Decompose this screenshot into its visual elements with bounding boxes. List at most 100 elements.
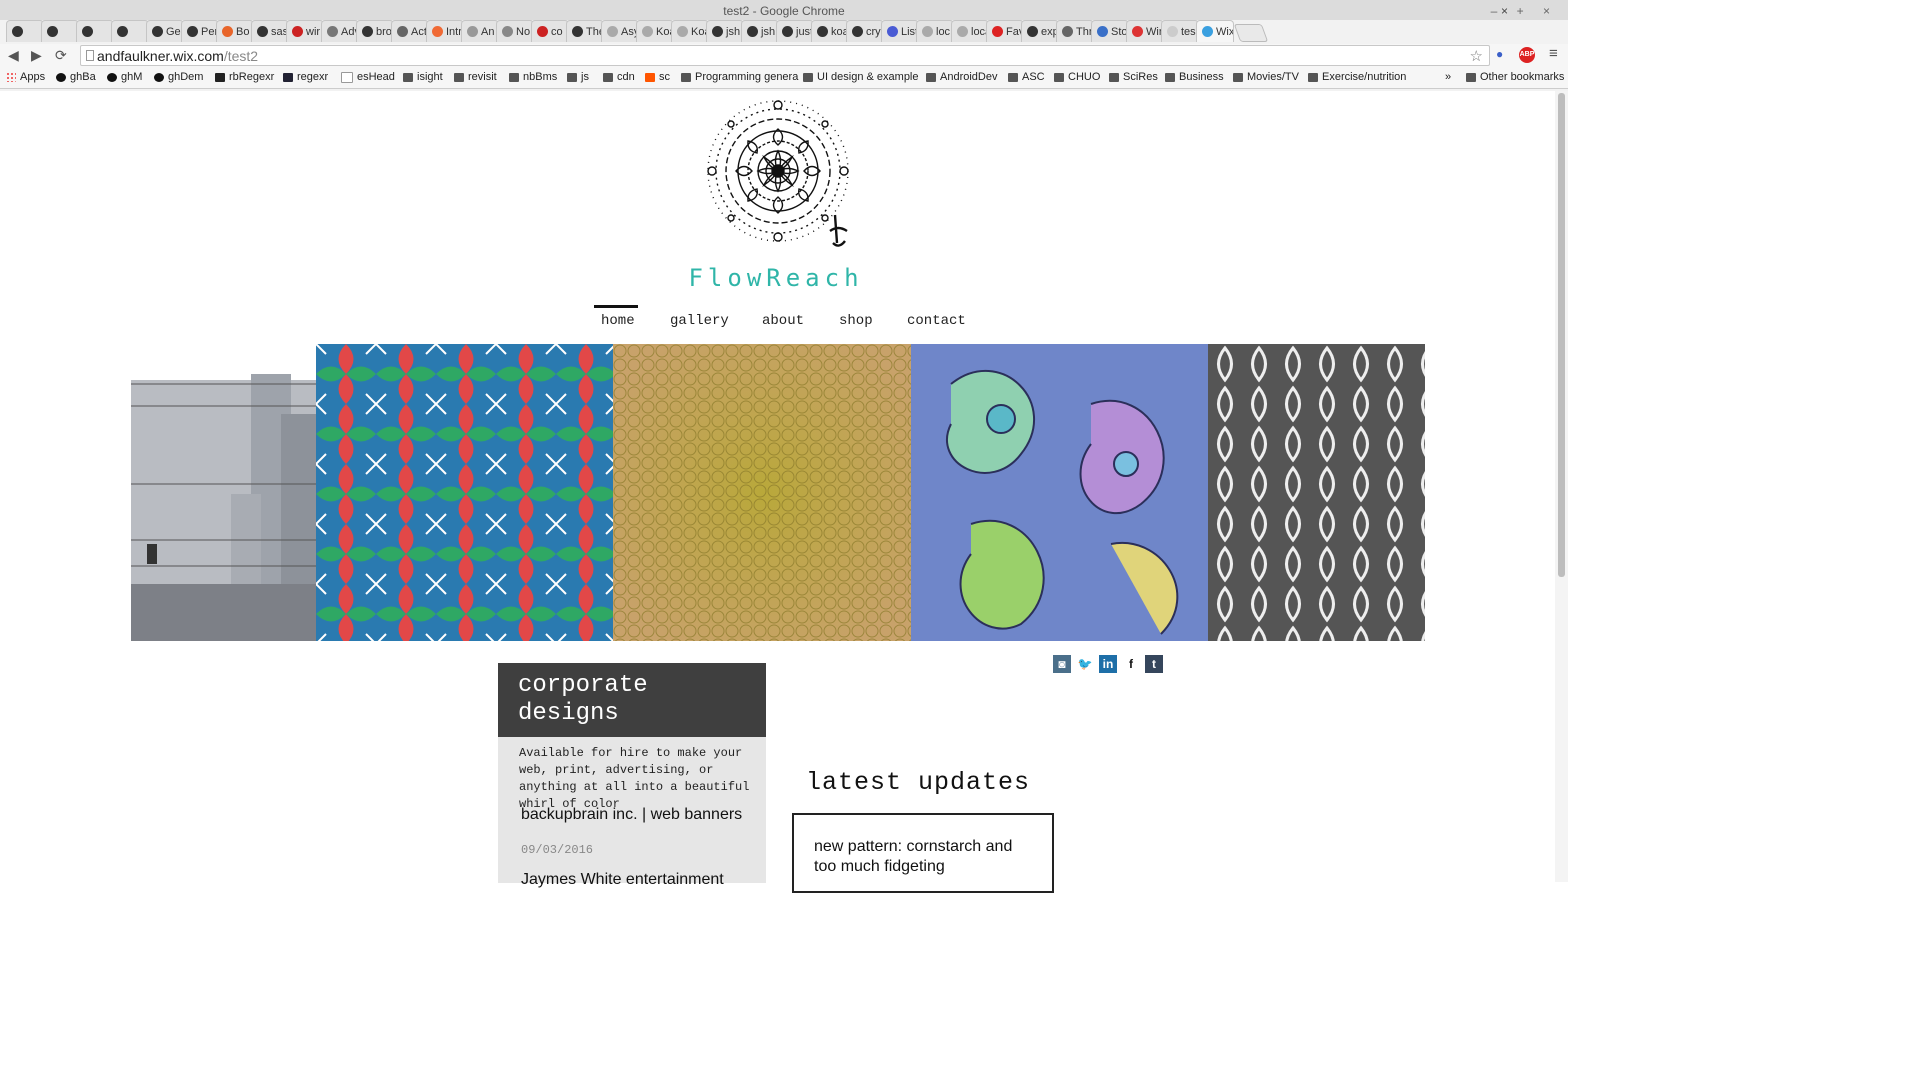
bookmark-folder[interactable]: UI design & example <box>803 71 919 83</box>
browser-tab[interactable] <box>41 20 79 42</box>
tab-favicon-icon <box>782 26 793 37</box>
tab-label: Intr <box>446 25 462 38</box>
browser-tab[interactable]: koa <box>811 20 849 42</box>
bookmark-folder[interactable]: CHUO <box>1054 71 1100 83</box>
bookmark-label: regexr <box>297 71 329 83</box>
page-scrollbar[interactable] <box>1555 91 1568 882</box>
adblock-icon[interactable]: ABP <box>1519 47 1535 63</box>
tab-favicon-icon <box>572 26 583 37</box>
bookmark-item[interactable]: rbRegexr <box>215 71 274 83</box>
bookmark-folder[interactable]: js <box>567 71 589 83</box>
browser-tab[interactable]: Wir <box>1126 20 1164 42</box>
bookmark-item[interactable]: sc <box>645 71 670 83</box>
menu-icon[interactable]: ≡ <box>1549 45 1558 62</box>
close-tab-icon[interactable]: × <box>1501 4 1508 18</box>
bookmark-label: Other bookmarks <box>1480 71 1565 83</box>
bookmark-item[interactable]: ghM <box>107 71 142 83</box>
twitter-icon[interactable]: 🐦 <box>1076 655 1094 673</box>
browser-tab[interactable]: Sto <box>1091 20 1129 42</box>
browser-tab[interactable]: Adv <box>321 20 359 42</box>
browser-tab[interactable]: exp <box>1021 20 1059 42</box>
bookmark-folder[interactable]: nbBms <box>509 71 557 83</box>
nav-gallery[interactable]: gallery <box>670 313 729 329</box>
update-card[interactable]: new pattern: cornstarch and too much fid… <box>792 813 1054 893</box>
browser-tab-active[interactable]: Wix <box>1196 20 1234 42</box>
browser-tab[interactable]: wir <box>286 20 324 42</box>
bookmark-label: CHUO <box>1068 71 1101 83</box>
browser-tab[interactable] <box>111 20 149 42</box>
browser-tab[interactable]: Intr <box>426 20 464 42</box>
bookmark-folder[interactable]: Movies/TV <box>1233 71 1299 83</box>
bookmarks-overflow-button[interactable]: » <box>1445 71 1451 83</box>
new-tab-button[interactable] <box>1233 24 1269 42</box>
browser-tab[interactable]: jsh <box>741 20 779 42</box>
site-brand-title[interactable]: FlowReach <box>600 264 952 292</box>
project-title-link[interactable]: backupbrain inc. | web banners <box>521 805 751 825</box>
extension-icon[interactable]: ● <box>1496 47 1503 61</box>
browser-tab[interactable]: List <box>881 20 919 42</box>
nav-about[interactable]: about <box>762 313 804 329</box>
browser-tab[interactable]: Bo <box>216 20 254 42</box>
tab-favicon-icon <box>607 26 618 37</box>
browser-tab[interactable]: An <box>461 20 499 42</box>
tab-label: cry <box>866 25 881 38</box>
bookmark-star-icon[interactable]: ☆ <box>1470 46 1483 67</box>
instagram-icon[interactable]: ◙ <box>1053 655 1071 673</box>
browser-tab[interactable]: bro <box>356 20 394 42</box>
nav-shop[interactable]: shop <box>839 313 873 329</box>
tab-favicon-icon <box>1097 26 1108 37</box>
bookmark-folder[interactable]: Business <box>1165 71 1224 83</box>
address-bar[interactable]: andfaulkner.wix.com/test2 ☆ <box>80 45 1490 66</box>
browser-toolbar: ◀ ▶ ⟳ andfaulkner.wix.com/test2 ☆ ● ABP … <box>0 44 1568 68</box>
nav-contact[interactable]: contact <box>907 313 966 329</box>
browser-tab[interactable]: loca <box>951 20 989 42</box>
bookmark-folder[interactable]: Programming genera <box>681 71 798 83</box>
bookmark-folder[interactable]: cdn <box>603 71 635 83</box>
bookmark-folder[interactable]: Exercise/nutrition <box>1308 71 1406 83</box>
bookmark-folder[interactable]: ASC <box>1008 71 1045 83</box>
browser-tab[interactable]: Per <box>181 20 219 42</box>
bookmark-folder[interactable]: isight <box>403 71 443 83</box>
banner-city-photo <box>131 344 321 641</box>
bookmark-item[interactable]: regexr <box>283 71 328 83</box>
bookmark-item[interactable]: ghBa <box>56 71 96 83</box>
browser-tab[interactable]: The <box>566 20 604 42</box>
browser-tab[interactable]: Thr <box>1056 20 1094 42</box>
browser-tab[interactable]: co <box>531 20 569 42</box>
browser-tab[interactable]: cry <box>846 20 884 42</box>
back-icon[interactable]: ◀ <box>8 47 19 64</box>
hero-banner-gallery[interactable] <box>131 344 1425 641</box>
bookmark-apps[interactable]: Apps <box>6 71 45 83</box>
browser-tab[interactable]: Fav <box>986 20 1024 42</box>
browser-tab[interactable]: loc <box>916 20 954 42</box>
bookmark-label: nbBms <box>523 71 558 83</box>
browser-tab[interactable]: Asy <box>601 20 639 42</box>
browser-tab[interactable] <box>76 20 114 42</box>
scrollbar-thumb[interactable] <box>1558 93 1565 577</box>
tab-favicon-icon <box>992 26 1003 37</box>
browser-tab[interactable]: just <box>776 20 814 42</box>
browser-tab[interactable]: sas <box>251 20 289 42</box>
browser-tab[interactable]: jsh <box>706 20 744 42</box>
browser-tab[interactable]: Koa <box>671 20 709 42</box>
bookmark-item[interactable]: esHead <box>341 71 395 83</box>
forward-icon[interactable]: ▶ <box>31 47 42 64</box>
browser-tab[interactable]: Act <box>391 20 429 42</box>
bookmark-folder[interactable]: Other bookmarks <box>1466 71 1564 83</box>
reload-icon[interactable]: ⟳ <box>55 47 67 64</box>
browser-tab[interactable]: No <box>496 20 534 42</box>
folder-icon <box>926 72 936 82</box>
tumblr-icon[interactable]: t <box>1145 655 1163 673</box>
bookmark-item[interactable]: ghDem <box>154 71 203 83</box>
nav-home[interactable]: home <box>601 313 635 329</box>
browser-tab[interactable]: tes <box>1161 20 1199 42</box>
bookmark-folder[interactable]: AndroidDev <box>926 71 997 83</box>
facebook-icon[interactable]: f <box>1122 655 1140 673</box>
bookmark-folder[interactable]: SciRes <box>1109 71 1158 83</box>
bookmark-folder[interactable]: revisit <box>454 71 497 83</box>
browser-tab[interactable]: Ge <box>146 20 184 42</box>
linkedin-icon[interactable]: in <box>1099 655 1117 673</box>
project-title-link[interactable]: Jaymes White entertainment <box>521 871 761 889</box>
browser-tab[interactable]: Koa <box>636 20 674 42</box>
browser-tab[interactable] <box>6 20 44 42</box>
